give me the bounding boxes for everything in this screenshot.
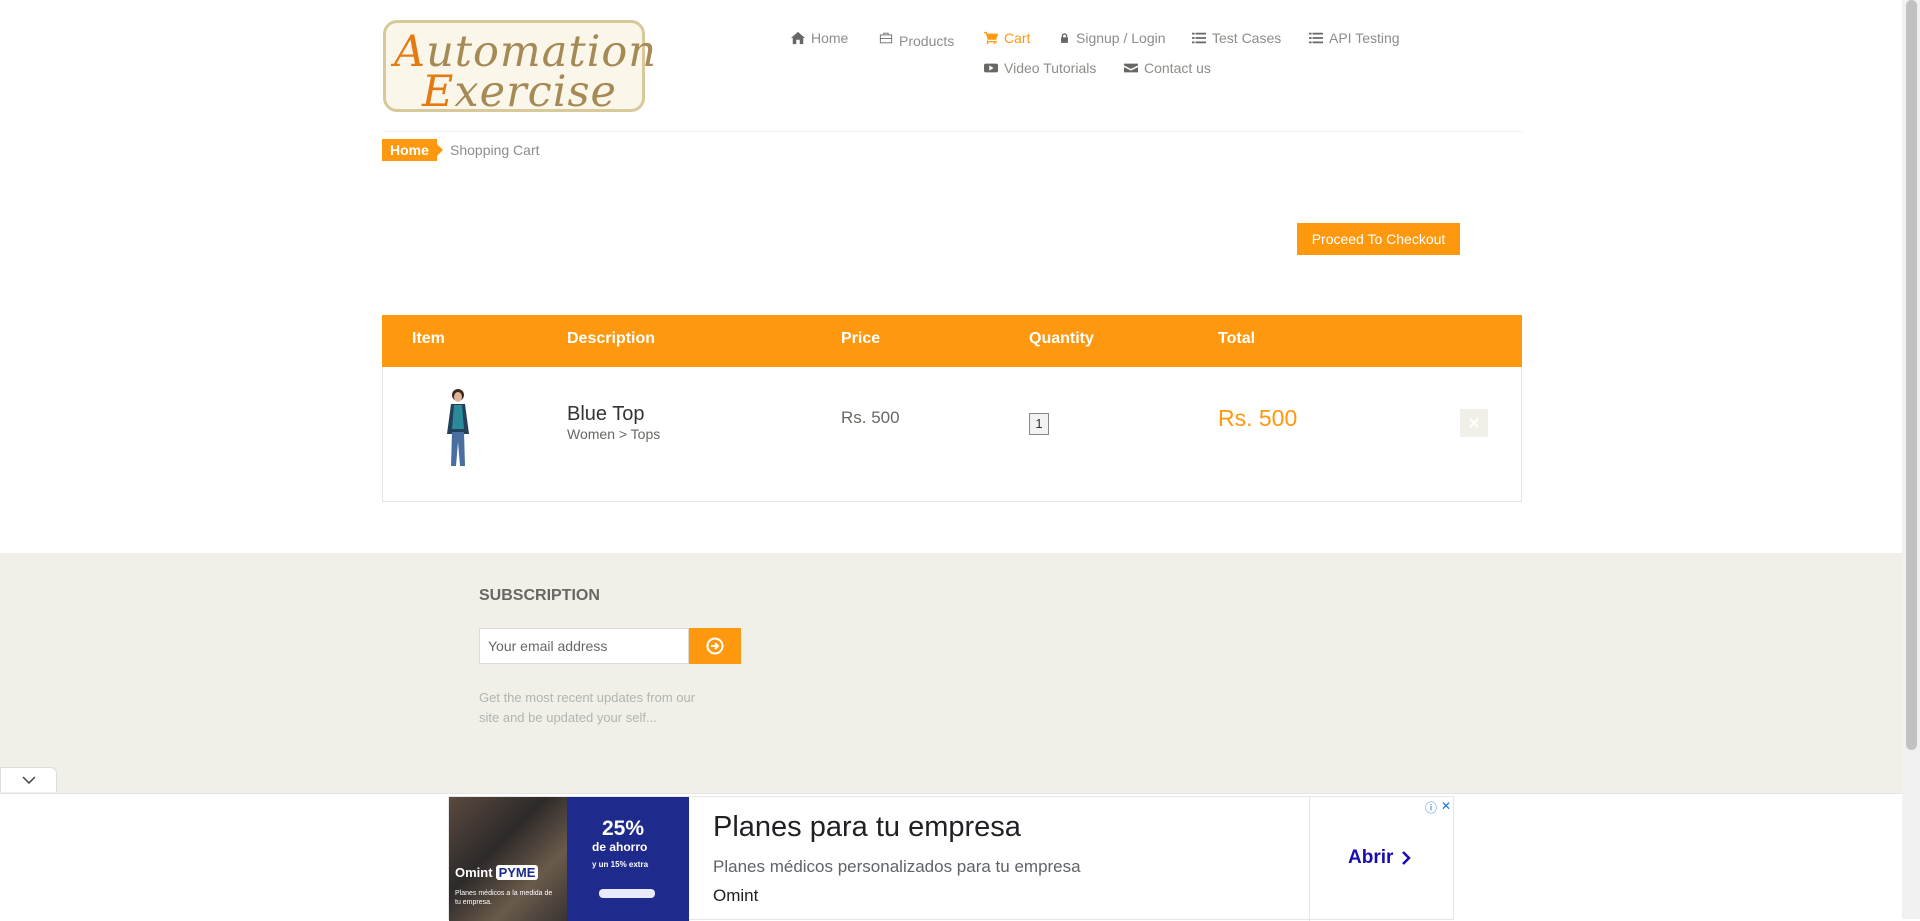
ad-brand: Omint [455,865,493,880]
product-name[interactable]: Blue Top [567,403,644,426]
ad-tagline: Planes médicos a la medida de tu empresa… [455,890,553,906]
ad-headline[interactable]: Planes para tu empresa [713,811,1021,844]
subscription-title: SUBSCRIPTION [479,587,600,604]
arrow-circle-right-icon [706,637,724,655]
nav-products-label: Products [899,33,955,49]
header-divider [383,131,1523,132]
footer: SUBSCRIPTION Get the most recent updates… [0,553,1902,793]
breadcrumb-current: Shopping Cart [450,142,540,158]
envelope-icon [1124,63,1138,73]
nav-test-cases-label: Test Cases [1212,30,1282,46]
header-price: Price [841,330,881,347]
ad-promo: 25% de ahorro y un 15% extra [567,797,689,921]
ad-open-label: Abrir [1348,847,1394,868]
header-quantity: Quantity [1029,330,1094,347]
product-image[interactable] [438,386,478,468]
nav-test-cases[interactable]: Test Cases [1192,30,1281,46]
header-total: Total [1218,330,1256,347]
header-item: Item [412,330,445,347]
list-icon [1309,32,1323,44]
product-category: Women > Tops [567,426,661,442]
nav-products[interactable]: Products [879,30,955,49]
ad-promo-sub: de ahorro [592,840,648,854]
nav-signup-login[interactable]: Signup / Login [1059,30,1166,46]
nav-signup-label: Signup / Login [1076,30,1166,46]
delete-item-button[interactable] [1460,409,1488,437]
ad-promo-cta [599,889,655,898]
product-quantity: 1 [1029,413,1049,435]
ad-close-icon[interactable]: ✕ [1441,799,1451,816]
list-icon [1192,32,1206,44]
ad-brand-badge: PYME [495,865,539,880]
proceed-to-checkout-button[interactable]: Proceed To Checkout [1297,223,1460,255]
nav-home[interactable]: Home [791,30,848,46]
cart-icon [984,31,998,45]
scrollbar-thumb[interactable] [1906,0,1917,750]
ad-promo-percent: 25% [602,817,645,840]
logo-cap-e: E [422,67,455,117]
nav-contact-us[interactable]: Contact us [1124,60,1211,76]
nav-api-testing[interactable]: API Testing [1309,30,1400,46]
subscribe-button[interactable] [689,628,741,664]
close-icon [1469,418,1479,428]
nav-video-tutorials-label: Video Tutorials [1004,60,1097,76]
briefcase-icon [879,32,893,44]
ad-open-button[interactable]: Abrir [1348,847,1412,869]
ad-description: Planes médicos personalizados para tu em… [713,857,1081,876]
nav-contact-us-label: Contact us [1144,60,1211,76]
nav-cart[interactable]: Cart [984,30,1030,46]
cart-table-header: Item Description Price Quantity Total [382,315,1522,367]
ad-info-icon[interactable]: ⓘ [1425,799,1437,816]
ad-advertiser: Omint [713,886,759,905]
blue-top-product-image [447,389,469,466]
subscription-email-input[interactable] [479,628,689,664]
chevron-right-icon [1402,851,1412,865]
product-price: Rs. 500 [841,408,900,427]
site-logo[interactable]: Automation Exercise [383,20,656,117]
cart-table: Item Description Price Quantity Total Bl… [382,315,1522,502]
home-icon [791,31,805,45]
chevron-down-icon [21,776,36,784]
nav-cart-label: Cart [1004,30,1031,46]
ad-photo: Omint PYME Planes médicos a la medida de … [449,797,567,921]
ad-divider [1309,797,1310,921]
ad-promo-extra: y un 15% extra [592,860,649,869]
youtube-icon [984,63,998,73]
nav-api-testing-label: API Testing [1329,30,1400,46]
ad-banner-bar: Omint PYME Planes médicos a la medida de … [0,793,1902,921]
nav-video-tutorials[interactable]: Video Tutorials [984,60,1096,76]
header-description: Description [567,330,656,347]
ad-collapse-toggle[interactable] [0,767,57,792]
product-total: Rs. 500 [1218,405,1298,431]
lock-icon [1061,33,1068,43]
logo-line2: xercise [454,67,617,117]
breadcrumb-home[interactable]: Home [382,139,443,161]
nav-home-label: Home [811,30,849,46]
page-scrollbar[interactable] [1902,0,1920,919]
ad-banner[interactable]: Omint PYME Planes médicos a la medida de … [448,796,1454,921]
subscription-note: Get the most recent updates from our sit… [479,690,696,725]
